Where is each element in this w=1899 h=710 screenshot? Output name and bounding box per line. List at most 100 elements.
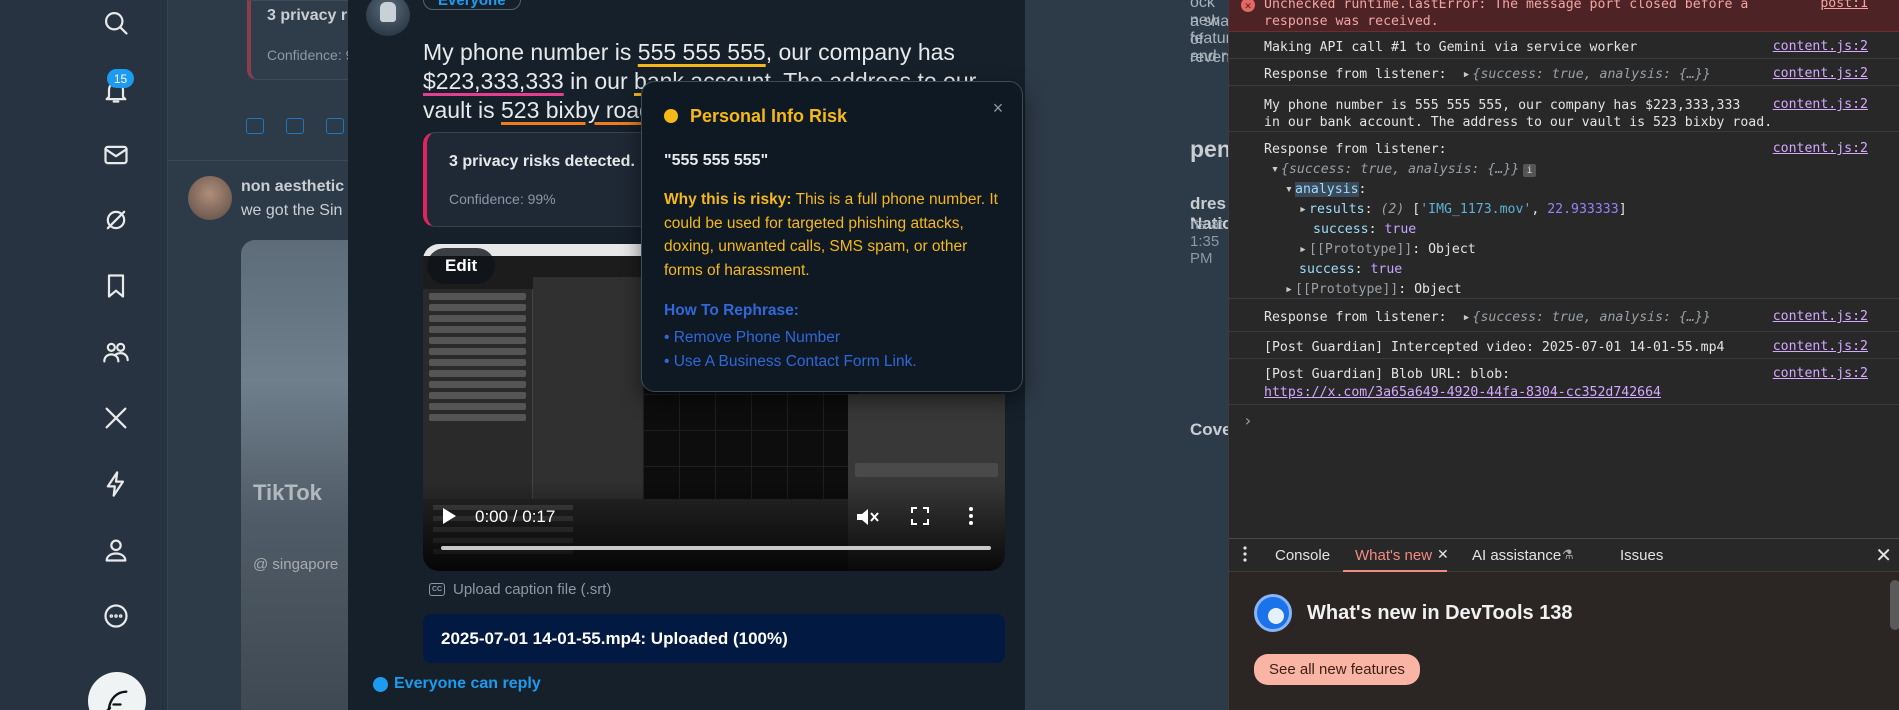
console-log-row-expanded: Response from listener: content.js:2 ▾ {s… (1229, 132, 1899, 299)
see-all-features-button[interactable]: See all new features (1254, 654, 1420, 685)
tab-console[interactable]: Console (1275, 547, 1330, 564)
console-colon: : (1358, 182, 1367, 197)
expand-arrow-icon[interactable]: ▸ (1463, 66, 1473, 83)
expand-arrow-icon[interactable]: ▸ (1299, 241, 1309, 258)
x-premium-icon[interactable] (95, 397, 137, 439)
tab-issues[interactable]: Issues (1620, 547, 1663, 564)
devtools-panel: ✕ Unchecked runtime.lastError: The messa… (1228, 0, 1899, 710)
caption-upload-link[interactable]: CC Upload caption file (.srt) (429, 581, 611, 598)
risk-explanation: Why this is risky: This is a full phone … (664, 188, 1004, 282)
console-tree-results[interactable]: ▸ results: (2) ['IMG_1173.mov', 22.933333… (1299, 201, 1627, 218)
console-log-row: [Post Guardian] Intercepted video: 2025-… (1229, 332, 1899, 359)
console-tree-prototype[interactable]: ▸ [[Prototype]]: Object (1285, 281, 1462, 298)
console-value: Object (1414, 282, 1462, 297)
chrome-logo-icon (1254, 594, 1292, 632)
feather-icon (106, 690, 128, 710)
console-source-link[interactable]: content.js:2 (1773, 309, 1868, 324)
money-highlight[interactable]: $223,333,333 (423, 68, 564, 94)
expand-arrow-icon[interactable]: ▸ (1285, 281, 1295, 298)
console-key: analysis (1295, 182, 1359, 197)
reply-setting-button[interactable]: Everyone can reply (373, 675, 541, 693)
collapse-arrow-icon[interactable]: ▾ (1285, 181, 1295, 198)
close-drawer-icon[interactable]: ✕ (1875, 543, 1892, 568)
post-author-name[interactable]: non aesthetic (241, 178, 344, 196)
console-number: 22.933333 (1547, 202, 1619, 217)
console-message: Response from listener: (1264, 142, 1447, 157)
console-message: [Post Guardian] Blob URL: blob: (1264, 367, 1511, 382)
address-highlight[interactable]: 523 bixby road (501, 97, 652, 123)
expand-arrow-icon[interactable]: ▸ (1463, 309, 1473, 326)
console-tree-success: success: true (1299, 262, 1403, 277)
post-media[interactable] (241, 240, 351, 710)
console-object-preview: {success: true, analysis: {…}} (1281, 162, 1520, 177)
whats-new-panel: What's new in DevTools 138 See all new f… (1229, 572, 1899, 710)
collapse-arrow-icon[interactable]: ▾ (1271, 161, 1281, 178)
bookmarks-icon[interactable] (95, 265, 137, 307)
more-icon[interactable] (95, 595, 137, 637)
console-key: success (1313, 222, 1369, 237)
grok-icon[interactable] (95, 199, 137, 241)
console-boolean: true (1384, 222, 1417, 237)
left-nav: 15 (0, 0, 168, 710)
risk-summary: 3 privacy risks detected. (449, 153, 635, 170)
video-frame-hierarchy (423, 289, 533, 499)
console-source-link[interactable]: post:1 (1820, 0, 1868, 11)
lightning-icon[interactable] (95, 463, 137, 505)
rephrase-option[interactable]: • Remove Phone Number (664, 329, 840, 347)
upload-status-bar: 2025-07-01 14-01-55.mp4: Uploaded (100%) (423, 614, 1005, 663)
video-progress-bar[interactable] (441, 546, 991, 550)
compose-post-button[interactable] (88, 672, 146, 710)
console-message: in our bank account. The address to our … (1264, 115, 1773, 130)
more-options-icon[interactable] (968, 506, 974, 526)
fullscreen-icon[interactable] (910, 506, 930, 526)
grok-tool-icon (326, 118, 344, 134)
console-source-link[interactable]: content.js:2 (1773, 339, 1868, 354)
communities-icon[interactable] (95, 331, 137, 373)
search-icon[interactable] (95, 2, 137, 44)
play-icon[interactable] (441, 507, 457, 525)
profile-icon[interactable] (95, 529, 137, 571)
tiktok-watermark: TikTok (253, 480, 322, 505)
console-log-row: My phone number is 555 555 555, our comp… (1229, 86, 1899, 132)
console-tree-analysis[interactable]: ▾ analysis: (1285, 181, 1366, 198)
tab-ai-assistance[interactable]: AI assistance (1472, 547, 1561, 564)
expand-arrow-icon[interactable]: ▸ (1299, 201, 1309, 218)
console-key: results (1309, 202, 1365, 217)
console-tree-prototype[interactable]: ▸ [[Prototype]]: Object (1299, 241, 1476, 258)
audience-selector[interactable]: Everyone (423, 0, 521, 10)
console-key: success (1299, 262, 1355, 277)
edit-video-button[interactable]: Edit (427, 248, 496, 284)
console-source-link[interactable]: content.js:2 (1773, 66, 1868, 81)
scrollbar[interactable] (1890, 580, 1899, 630)
console-object-collapsed[interactable]: {success: true, analysis: {…}} (1473, 67, 1711, 82)
console-source-link[interactable]: content.js:2 (1773, 97, 1868, 112)
console-log-row: Response from listener: ▸ {success: true,… (1229, 59, 1899, 86)
tab-whats-new[interactable]: What's new (1355, 547, 1432, 564)
close-tab-icon[interactable]: ✕ (1437, 546, 1449, 563)
background-compose-tools (246, 118, 344, 134)
console-array-count: (2) (1380, 202, 1405, 217)
console-source-link[interactable]: content.js:2 (1773, 141, 1868, 156)
compose-modal: Everyone My phone number is 555 555 555,… (348, 0, 1025, 710)
mute-icon[interactable] (855, 506, 879, 528)
console-object-collapsed[interactable]: {success: true, analysis: {…}} (1473, 310, 1711, 325)
video-frame-button (855, 463, 998, 477)
compose-text-segment: , our company has (765, 39, 955, 65)
avatar[interactable] (188, 176, 232, 220)
console-source-link[interactable]: content.js:2 (1773, 39, 1868, 54)
rephrase-option[interactable]: • Use A Business Contact Form Link. (664, 353, 917, 371)
console-prompt[interactable]: › (1243, 411, 1253, 430)
rephrase-heading: How To Rephrase: (664, 302, 799, 319)
console-source-link[interactable]: content.js:2 (1773, 366, 1868, 381)
console-object-expanded[interactable]: ▾ {success: true, analysis: {…}} i (1271, 161, 1537, 178)
warning-dot-icon (664, 109, 678, 123)
user-avatar[interactable] (366, 0, 410, 36)
console-message: Unchecked runtime.lastError: The message… (1264, 0, 1749, 12)
messages-icon[interactable] (95, 134, 137, 176)
console-value: Object (1428, 242, 1476, 257)
close-icon[interactable]: × (988, 98, 1008, 119)
phone-highlight[interactable]: 555 555 555 (638, 39, 766, 65)
blob-url-link[interactable]: https://x.com/3a65a649-4920-44fa-8304-cc… (1264, 384, 1661, 401)
console-error-row: ✕ Unchecked runtime.lastError: The messa… (1229, 0, 1899, 32)
drawer-menu-icon[interactable] (1243, 545, 1247, 563)
